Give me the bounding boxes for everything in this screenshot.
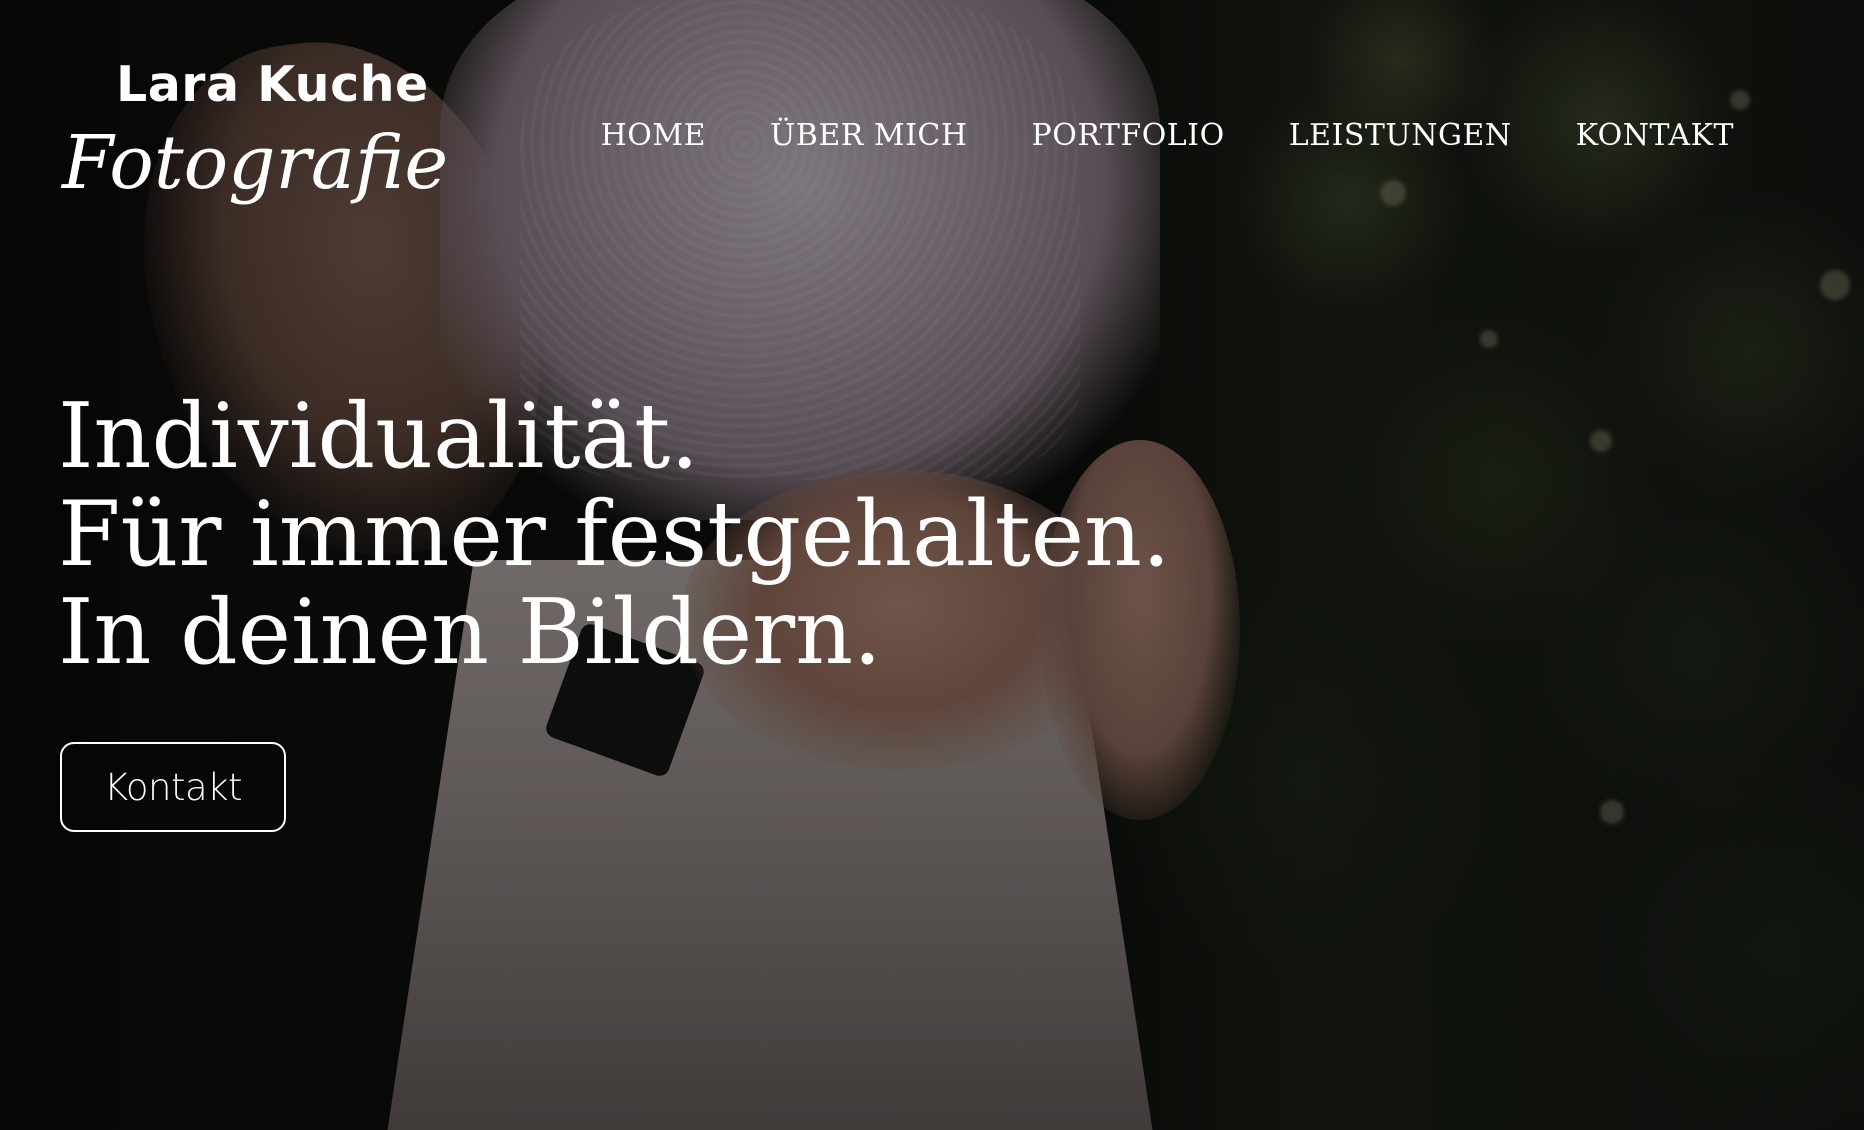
nav-item-leistungen[interactable]: LEISTUNGEN xyxy=(1289,118,1512,153)
hero-headline: Individualität. Für immer festgehalten. … xyxy=(58,388,1171,682)
headline-line: Individualität. xyxy=(58,384,699,489)
nav-item-ueber-mich[interactable]: ÜBER MICH xyxy=(770,118,968,153)
headline-line: In deinen Bildern. xyxy=(58,580,882,685)
nav-item-portfolio[interactable]: PORTFOLIO xyxy=(1032,118,1225,153)
site-logo[interactable]: Lara Kuche Fotografie xyxy=(60,50,448,230)
nav-item-kontakt[interactable]: KONTAKT xyxy=(1576,118,1734,153)
hero-section: Lara Kuche Fotografie HOME ÜBER MICH POR… xyxy=(0,0,1864,1130)
contact-button[interactable]: Kontakt xyxy=(60,742,286,832)
nav-item-home[interactable]: HOME xyxy=(601,118,706,153)
headline-line: Für immer festgehalten. xyxy=(58,482,1171,587)
logo-name: Lara Kuche xyxy=(116,56,429,113)
main-navigation: HOME ÜBER MICH PORTFOLIO LEISTUNGEN KONT… xyxy=(601,118,1734,153)
logo-subtitle: Fotografie xyxy=(62,120,449,206)
